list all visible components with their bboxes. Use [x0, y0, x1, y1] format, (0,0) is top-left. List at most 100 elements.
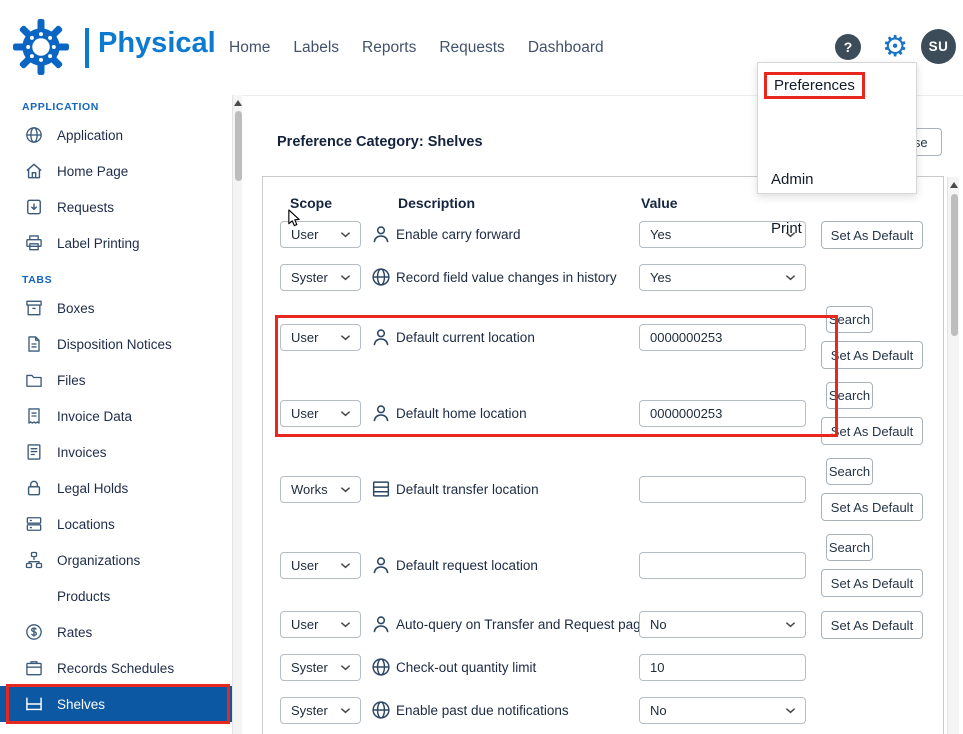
globe-icon — [370, 266, 392, 288]
shelf-icon — [24, 694, 44, 714]
preference-description: Default current location — [396, 330, 535, 345]
sidebar-item-label: Application — [57, 128, 123, 143]
value-input[interactable] — [639, 476, 806, 503]
sidebar-item-application[interactable]: Application — [0, 117, 232, 153]
user-avatar[interactable]: SU — [921, 29, 956, 64]
home-icon — [24, 161, 44, 181]
sidebar-item-label: Files — [57, 373, 86, 388]
globe-icon — [370, 699, 392, 721]
chevron-down-icon — [340, 621, 351, 628]
sidebar-item-rates[interactable]: Rates — [0, 614, 232, 650]
value-select[interactable]: Yes — [639, 264, 806, 291]
globe-icon — [24, 125, 44, 145]
menu-item-admin[interactable]: Admin — [771, 171, 814, 188]
scope-select[interactable]: User — [280, 221, 361, 248]
chevron-down-icon — [785, 621, 796, 628]
app-logo-gear-icon — [13, 19, 69, 75]
scrollbar-thumb[interactable] — [951, 194, 958, 336]
globe-icon — [370, 656, 392, 678]
sidebar-item-products[interactable]: Products — [0, 578, 232, 614]
search-button[interactable]: Search — [826, 534, 873, 561]
sidebar-item-boxes[interactable]: Boxes — [0, 290, 232, 326]
sidebar-item-disposition-notices[interactable]: Disposition Notices — [0, 326, 232, 362]
sidebar-item-home-page[interactable]: Home Page — [0, 153, 232, 189]
preference-description: Default home location — [396, 406, 527, 421]
settings-dropdown-menu: Preferences Admin Print — [757, 62, 917, 194]
nav-item-home[interactable]: Home — [229, 39, 270, 57]
sidebar-item-label: Invoices — [57, 445, 107, 460]
person-icon — [370, 326, 392, 348]
set-as-default-button[interactable]: Set As Default — [821, 221, 923, 249]
column-header-scope: Scope — [290, 195, 332, 211]
set-as-default-button[interactable]: Set As Default — [821, 611, 923, 639]
nav-item-dashboard[interactable]: Dashboard — [528, 39, 604, 57]
sidebar-scrollbar[interactable] — [232, 95, 242, 734]
scrollbar-thumb[interactable] — [235, 111, 242, 181]
brand-divider — [85, 28, 89, 68]
set-as-default-button[interactable]: Set As Default — [821, 493, 923, 521]
sidebar-item-locations[interactable]: Locations — [0, 506, 232, 542]
sidebar-item-invoice-data[interactable]: Invoice Data — [0, 398, 232, 434]
search-button[interactable]: Search — [826, 458, 873, 485]
box-icon — [24, 298, 44, 318]
scroll-up-arrow-icon[interactable] — [950, 182, 958, 188]
sidebar-item-label: Label Printing — [57, 236, 140, 251]
settings-gear-icon[interactable]: ⚙ — [879, 29, 911, 63]
scope-select[interactable]: Syster — [280, 697, 361, 724]
app-title: Physical — [98, 27, 216, 60]
invoice-icon — [24, 442, 44, 462]
value-input[interactable] — [639, 654, 806, 681]
value-input[interactable] — [639, 324, 806, 351]
scope-select[interactable]: Syster — [280, 654, 361, 681]
scope-select[interactable]: User — [280, 611, 361, 638]
scope-select[interactable]: User — [280, 400, 361, 427]
chevron-down-icon — [785, 274, 796, 281]
org-chart-icon — [24, 550, 44, 570]
nav-item-requests[interactable]: Requests — [439, 39, 504, 57]
chevron-down-icon — [785, 707, 796, 714]
sidebar-item-shelves[interactable]: Shelves — [0, 686, 232, 722]
sidebar-item-files[interactable]: Files — [0, 362, 232, 398]
stack-icon — [24, 514, 44, 534]
set-as-default-button[interactable]: Set As Default — [821, 341, 923, 369]
sidebar-item-legal-holds[interactable]: Legal Holds — [0, 470, 232, 506]
set-as-default-button[interactable]: Set As Default — [821, 417, 923, 445]
search-button[interactable]: Search — [826, 382, 873, 409]
help-icon[interactable]: ? — [835, 34, 861, 60]
page-title: Preference Category: Shelves — [277, 134, 483, 150]
scope-select[interactable]: User — [280, 552, 361, 579]
menu-item-preferences[interactable]: Preferences — [774, 77, 855, 94]
nav-item-labels[interactable]: Labels — [293, 39, 339, 57]
sidebar-item-label: Home Page — [57, 164, 128, 179]
scroll-up-arrow-icon[interactable] — [234, 100, 242, 106]
value-input[interactable] — [639, 552, 806, 579]
sidebar-item-label: Locations — [57, 517, 115, 532]
sidebar-item-requests[interactable]: Requests — [0, 189, 232, 225]
value-select[interactable]: No — [639, 611, 806, 638]
sidebar-item-records-schedules[interactable]: Records Schedules — [0, 650, 232, 686]
value-input[interactable] — [639, 400, 806, 427]
person-icon — [370, 554, 392, 576]
set-as-default-button[interactable]: Set As Default — [821, 569, 923, 597]
column-header-value: Value — [641, 195, 678, 211]
search-button[interactable]: Search — [826, 306, 873, 333]
menu-item-print[interactable]: Print — [771, 220, 802, 237]
sidebar-item-label-printing[interactable]: Label Printing — [0, 225, 232, 261]
scope-select[interactable]: User — [280, 324, 361, 351]
scope-select[interactable]: Syster — [280, 264, 361, 291]
main-nav: Home Labels Reports Requests Dashboard — [229, 39, 604, 57]
preference-description: Default transfer location — [396, 482, 539, 497]
sidebar: APPLICATION Application Home Page Reques… — [0, 95, 232, 734]
drawer-icon — [370, 478, 392, 500]
sidebar-item-invoices[interactable]: Invoices — [0, 434, 232, 470]
content-scrollbar[interactable] — [947, 177, 959, 734]
sidebar-item-organizations[interactable]: Organizations — [0, 542, 232, 578]
scope-select[interactable]: Works — [280, 476, 361, 503]
person-icon — [370, 223, 392, 245]
value-select[interactable]: No — [639, 697, 806, 724]
preference-description: Check-out quantity limit — [396, 660, 536, 675]
nav-item-reports[interactable]: Reports — [362, 39, 416, 57]
chevron-down-icon — [340, 486, 351, 493]
records-icon — [24, 658, 44, 678]
sidebar-item-label: Products — [57, 589, 110, 604]
